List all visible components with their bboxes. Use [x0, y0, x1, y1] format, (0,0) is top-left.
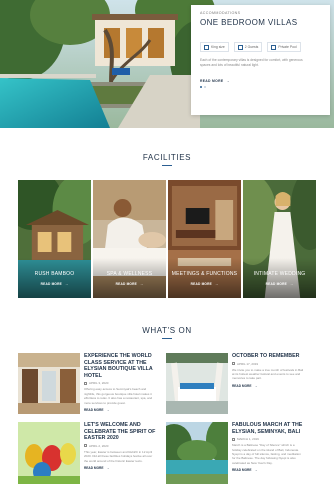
spec-guests: 2 Guests	[233, 42, 263, 52]
event-1-image[interactable]	[18, 353, 80, 414]
event-4-read-more[interactable]: READ MORE →	[232, 468, 304, 472]
arrow-right-icon: →	[214, 282, 219, 286]
event-2-read-more[interactable]: READ MORE →	[232, 384, 304, 388]
event-2-image[interactable]	[166, 353, 228, 414]
event-4-read-more-label: READ MORE	[232, 468, 252, 473]
event-3-description: This year, Easter is between and Rebirth…	[84, 449, 153, 463]
bed-icon	[204, 44, 209, 50]
facility-card-rush-bamboo[interactable]: RUSH BAMBOO READ MORE →	[18, 180, 91, 298]
facility-card-spa-wellness[interactable]: SPA & WELLNESS READ MORE →	[93, 180, 166, 298]
spec-bed-label: King size	[211, 45, 225, 49]
event-1-title[interactable]: EXPERIENCE THE WORLD CLASS SERVICE AT TH…	[84, 353, 156, 379]
event-3: LET'S WELCOME AND CELEBRATE THE SPIRIT O…	[84, 422, 156, 470]
facility-card-meetings-functions[interactable]: MEETINGS & FUNCTIONS READ MORE →	[168, 180, 241, 298]
facilities-grid: RUSH BAMBOO READ MORE → SPA & WELLNESS RE…	[18, 180, 316, 298]
event-4-date-text: MARCH 1, 2019	[237, 437, 259, 442]
spec-bed: King size	[200, 42, 229, 52]
event-3-title[interactable]: LET'S WELCOME AND CELEBRATE THE SPIRIT O…	[84, 422, 156, 442]
arrow-right-icon: →	[64, 282, 69, 286]
event-2-title[interactable]: OCTOBER TO REMEMBER	[232, 353, 304, 360]
event-3-image[interactable]	[18, 422, 80, 484]
facility-read-more-label: READ MORE	[40, 282, 62, 286]
arrow-right-icon: →	[226, 79, 231, 83]
villa-info-card: ACCOMMODATIONS ONE BEDROOM VILLAS King s…	[191, 5, 330, 115]
facility-label: INTIMATE WEDDING	[253, 271, 306, 277]
whats-on-heading-rule	[162, 338, 172, 339]
slider-dot-1[interactable]	[200, 86, 202, 88]
arrow-right-icon: →	[254, 383, 258, 388]
facility-read-more-label: READ MORE	[190, 282, 212, 286]
facility-read-more[interactable]: READ MORE →	[243, 282, 316, 286]
event-1: EXPERIENCE THE WORLD CLASS SERVICE AT TH…	[84, 353, 156, 412]
event-3-date: APRIL 2, 2020	[84, 444, 156, 448]
event-1-date: APRIL 3, 2020	[84, 381, 156, 385]
facility-shade	[243, 258, 316, 298]
event-2-date: APRIL 17, 2019	[232, 362, 304, 366]
facility-shade	[168, 258, 241, 298]
event-2-description: We invite you to make a true month of fe…	[232, 367, 304, 381]
facility-shade	[18, 258, 91, 298]
slider-dot-2[interactable]	[204, 86, 206, 88]
card-title: ONE BEDROOM VILLAS	[200, 18, 298, 27]
arrow-right-icon: →	[106, 466, 110, 470]
spec-pool-label: Private Pool	[278, 45, 297, 49]
calendar-icon	[84, 444, 87, 448]
event-3-read-more-label: READ MORE	[84, 466, 104, 470]
event-1-read-more[interactable]: READ MORE →	[84, 408, 156, 412]
event-4-description: March is a Balinese "Day of Silence" whi…	[232, 443, 301, 465]
event-3-read-more[interactable]: READ MORE →	[84, 466, 156, 470]
event-1-description: Offering easy access to Seminyak's beach…	[84, 387, 153, 405]
arrow-right-icon: →	[289, 282, 294, 286]
event-2-read-more-label: READ MORE	[232, 383, 252, 388]
villa-specs: King size 2 Guests Private Pool	[200, 42, 321, 52]
event-2-date-text: APRIL 17, 2019	[237, 361, 259, 366]
facility-read-more[interactable]: READ MORE →	[93, 282, 166, 286]
whats-on-heading: WHAT'S ON	[142, 326, 192, 335]
arrow-right-icon: →	[254, 468, 258, 473]
event-1-read-more-label: READ MORE	[84, 408, 104, 412]
spec-pool: Private Pool	[267, 42, 301, 52]
event-1-date-text: APRIL 3, 2020	[89, 381, 109, 386]
facility-card-intimate-wedding[interactable]: INTIMATE WEDDING READ MORE →	[243, 180, 316, 298]
arrow-right-icon: →	[106, 408, 110, 412]
slider-dots	[200, 86, 321, 88]
hero-banner: ACCOMMODATIONS ONE BEDROOM VILLAS King s…	[0, 0, 334, 128]
facility-label: MEETINGS & FUNCTIONS	[171, 271, 238, 277]
facility-read-more-label: READ MORE	[265, 282, 287, 286]
event-3-date-text: APRIL 2, 2020	[89, 443, 109, 448]
pool-icon	[271, 44, 277, 50]
facility-label: RUSH BAMBOO	[34, 271, 75, 277]
event-4: FABULOUS MARCH AT THE ELYSIAN, SEMINYAK,…	[232, 422, 304, 472]
facility-read-more-label: READ MORE	[115, 282, 137, 286]
facility-shade	[93, 258, 166, 298]
event-4-image[interactable]	[166, 422, 228, 484]
event-4-title[interactable]: FABULOUS MARCH AT THE ELYSIAN, SEMINYAK,…	[232, 422, 304, 435]
card-read-more-link[interactable]: READ MORE →	[200, 79, 321, 83]
card-eyebrow: ACCOMMODATIONS	[200, 11, 241, 15]
guests-icon	[237, 44, 243, 50]
card-description: Each of the contemporary villas is desig…	[200, 58, 303, 67]
facility-read-more[interactable]: READ MORE →	[168, 282, 241, 286]
card-read-more-label: READ MORE	[200, 79, 224, 83]
calendar-icon	[232, 437, 235, 441]
facilities-heading: FACILITIES	[142, 153, 192, 162]
calendar-icon	[232, 362, 235, 366]
event-4-date: MARCH 1, 2019	[232, 437, 304, 441]
event-2: OCTOBER TO REMEMBER APRIL 17, 2019 We in…	[232, 353, 304, 388]
arrow-right-icon: →	[139, 282, 144, 286]
calendar-icon	[84, 381, 87, 385]
facilities-heading-rule	[162, 165, 172, 166]
spec-guests-label: 2 Guests	[244, 45, 259, 49]
facility-read-more[interactable]: READ MORE →	[18, 282, 91, 286]
facility-label: SPA & WELLNESS	[106, 271, 153, 277]
